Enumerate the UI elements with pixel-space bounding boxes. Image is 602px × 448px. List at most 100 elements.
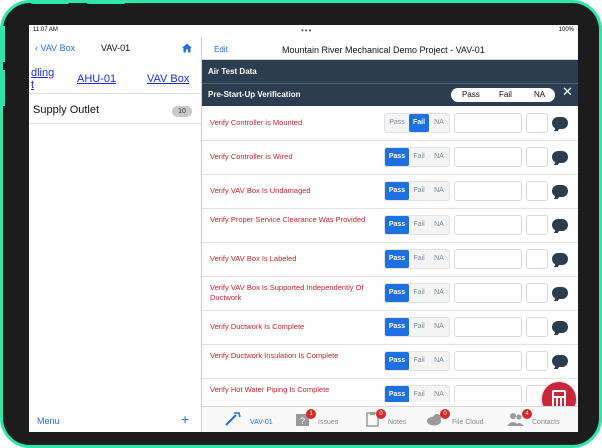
tab-issues[interactable]: ? 1 Issues (294, 409, 354, 431)
list-item-supply-outlet[interactable]: Supply Outlet 10 (29, 97, 201, 124)
pass-fail-na-segment: Pass Fail NA (384, 317, 450, 337)
multitask-dots-icon[interactable]: ••• (301, 26, 312, 35)
hardware-button (0, 26, 5, 62)
unit-input[interactable] (526, 249, 548, 269)
tab-bar: VAV-01 ? 1 Issues 0 Notes 0 File Cloud 4… (202, 406, 578, 432)
comment-icon[interactable] (552, 287, 568, 299)
section-air-test-data[interactable]: Air Test Data (208, 67, 257, 76)
unit-input[interactable] (526, 351, 548, 371)
unit-input[interactable] (526, 181, 548, 201)
checklist: Verify Controller is Mounted Pass Fail NA Ve… (202, 106, 578, 402)
tab-file-cloud[interactable]: 0 File Cloud (424, 409, 494, 431)
pass-option-button[interactable]: Pass (385, 250, 409, 268)
unit-input[interactable] (526, 113, 548, 133)
na-option-button[interactable]: NA (429, 182, 449, 200)
status-battery: 100% (558, 27, 574, 33)
checklist-row: Verify Hot Water Piping Is Complete Pass F… (202, 378, 578, 402)
fail-option-button[interactable]: Fail (409, 182, 429, 200)
comment-icon[interactable] (552, 185, 568, 197)
checklist-row: Verify Controller is Mounted Pass Fail NA (202, 106, 578, 141)
back-button[interactable]: ‹ VAV Box (35, 43, 75, 53)
crumb-handling[interactable]: dling (31, 67, 54, 79)
fail-option-button[interactable]: Fail (409, 250, 429, 268)
count-badge: 10 (172, 106, 192, 117)
value-input[interactable] (454, 385, 522, 402)
comment-icon[interactable] (552, 355, 568, 367)
unit-input[interactable] (526, 283, 548, 303)
home-icon[interactable] (181, 42, 193, 54)
value-input[interactable] (454, 181, 522, 201)
tab-vav[interactable]: VAV-01 (224, 411, 284, 431)
unit-input[interactable] (526, 215, 548, 235)
value-input[interactable] (454, 317, 522, 337)
checklist-row-label: Verify Controller is Mounted (210, 118, 303, 127)
comment-icon[interactable] (552, 117, 568, 129)
badge: 1 (306, 409, 316, 419)
crumb-ahu[interactable]: AHU-01 (77, 73, 116, 85)
checklist-row: Verify Ductwork Insulation Is Complete Pa… (202, 344, 578, 379)
list-item-label: Supply Outlet (33, 104, 100, 116)
na-option-button[interactable]: NA (429, 386, 449, 402)
pass-option-button[interactable]: Pass (385, 114, 409, 132)
tab-contacts[interactable]: 4 Contacts (504, 409, 574, 431)
na-option-button[interactable]: NA (429, 250, 449, 268)
value-input[interactable] (454, 249, 522, 269)
set-all-na-button[interactable]: NA (534, 90, 545, 99)
comment-icon[interactable] (552, 321, 568, 333)
na-option-button[interactable]: NA (429, 114, 449, 132)
value-input[interactable] (454, 351, 522, 371)
pass-fail-na-segment: Pass Fail NA (384, 147, 450, 167)
crumb-vav-box[interactable]: VAV Box (147, 73, 189, 85)
add-button[interactable]: + (181, 411, 189, 427)
fail-option-button[interactable]: Fail (409, 216, 429, 234)
comment-icon[interactable] (552, 151, 568, 163)
value-input[interactable] (454, 215, 522, 235)
set-all-pass-button[interactable]: Pass (462, 90, 480, 99)
tab-label: Contacts (532, 419, 560, 426)
na-option-button[interactable]: NA (429, 216, 449, 234)
na-option-button[interactable]: NA (429, 352, 449, 370)
fail-option-button[interactable]: Fail (409, 386, 429, 402)
na-option-button[interactable]: NA (429, 148, 449, 166)
badge: 0 (376, 409, 386, 419)
comment-icon[interactable] (552, 219, 568, 231)
crumb-handling-2[interactable]: t (31, 79, 34, 91)
pass-option-button[interactable]: Pass (385, 318, 409, 336)
screen: 11:07 AM 100% ••• ‹ VAV Box VAV-01 dling… (29, 25, 578, 432)
pass-option-button[interactable]: Pass (385, 386, 409, 402)
pass-option-button[interactable]: Pass (385, 148, 409, 166)
value-input[interactable] (454, 283, 522, 303)
pass-option-button[interactable]: Pass (385, 352, 409, 370)
value-input[interactable] (454, 113, 522, 133)
set-all-fail-button[interactable]: Fail (499, 90, 512, 99)
pass-fail-na-segment: Pass Fail NA (384, 385, 450, 402)
checklist-row-label: Verify Proper Service Clearance Was Prov… (210, 215, 366, 224)
page-title: Mountain River Mechanical Demo Project -… (282, 45, 485, 55)
fail-option-button[interactable]: Fail (409, 352, 429, 370)
na-option-button[interactable]: NA (429, 318, 449, 336)
edit-button[interactable]: Edit (214, 45, 228, 54)
unit-input[interactable] (526, 147, 548, 167)
tab-label: File Cloud (452, 419, 484, 426)
section-prestart: Pre-Start-Up Verification (208, 90, 301, 99)
close-icon[interactable]: ✕ (562, 84, 573, 100)
na-option-button[interactable]: NA (429, 284, 449, 302)
value-input[interactable] (454, 147, 522, 167)
pass-option-button[interactable]: Pass (385, 284, 409, 302)
fail-option-button[interactable]: Fail (409, 318, 429, 336)
pass-option-button[interactable]: Pass (385, 182, 409, 200)
breadcrumb: dling t AHU-01 VAV Box (29, 67, 201, 94)
fail-option-button[interactable]: Fail (409, 148, 429, 166)
checklist-row-label: Verify VAV Box Is Supported Independentl… (210, 283, 364, 302)
fail-option-button[interactable]: Fail (409, 284, 429, 302)
pass-option-button[interactable]: Pass (385, 216, 409, 234)
checklist-row: Verify Controller is Wired Pass Fail NA (202, 140, 578, 175)
unit-input[interactable] (526, 317, 548, 337)
section-header: Air Test Data Pre-Start-Up Verification … (202, 60, 578, 106)
checklist-row: Verify VAV Box Is Labeled Pass Fail NA (202, 242, 578, 277)
tab-notes[interactable]: 0 Notes (364, 409, 424, 431)
fail-option-button[interactable]: Fail (409, 114, 429, 132)
tab-label: Notes (388, 419, 407, 426)
comment-icon[interactable] (552, 253, 568, 265)
menu-button[interactable]: Menu (37, 416, 60, 426)
